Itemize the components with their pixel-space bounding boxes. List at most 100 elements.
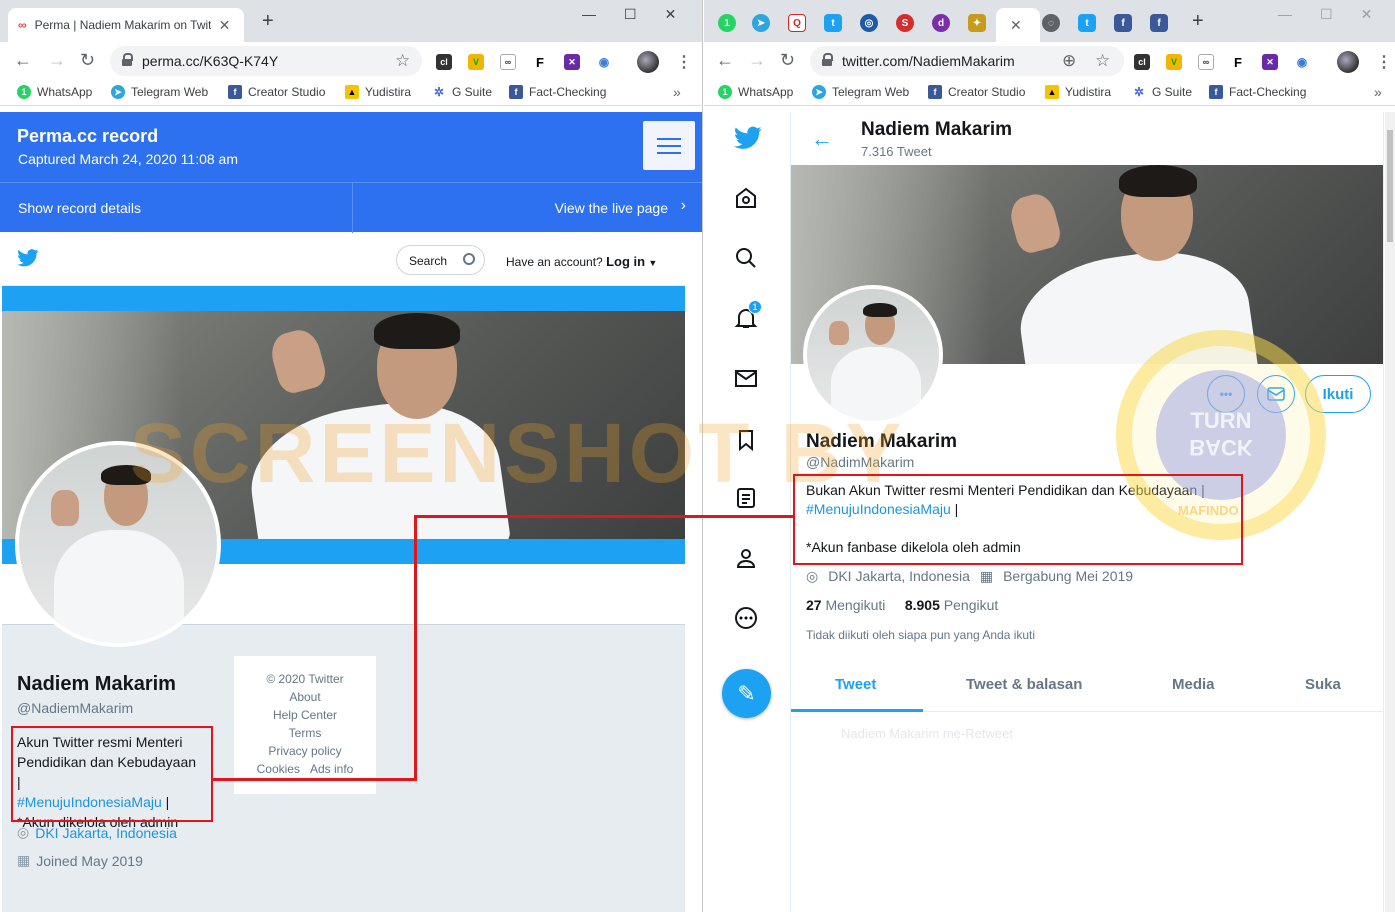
bookmark-fact-checking[interactable]: f Fact-Checking bbox=[509, 85, 606, 99]
view-live-page-button[interactable]: View the live page bbox=[555, 200, 668, 216]
footer-ads-link[interactable]: Ads info bbox=[310, 762, 353, 776]
minimize-icon[interactable]: — bbox=[1278, 6, 1292, 23]
address-bar[interactable]: perma.cc/K63Q-K74Y bbox=[110, 46, 422, 76]
bookmark-telegram[interactable]: ➤ Telegram Web bbox=[111, 85, 208, 99]
footer-privacy-link[interactable]: Privacy policy bbox=[234, 742, 376, 760]
close-tab-icon[interactable]: ✕ bbox=[1010, 17, 1022, 34]
close-window-icon[interactable]: ✕ bbox=[665, 6, 677, 23]
pinned-globe-icon[interactable]: ◌ bbox=[1042, 14, 1060, 32]
tab-twitter-active[interactable]: ✕ bbox=[996, 8, 1040, 42]
ext-cl-icon[interactable]: cl bbox=[436, 54, 452, 70]
pinned-s-icon[interactable]: S bbox=[896, 14, 914, 32]
twitter-bird-icon[interactable] bbox=[734, 126, 762, 150]
twitter-bird-icon[interactable] bbox=[17, 249, 39, 273]
ext-eye-icon[interactable]: ◉ bbox=[1294, 54, 1310, 70]
footer-about-link[interactable]: About bbox=[234, 688, 376, 706]
scrollbar-thumb[interactable] bbox=[1387, 130, 1393, 242]
footer-terms-link[interactable]: Terms bbox=[234, 724, 376, 742]
pinned-gov-icon[interactable]: ◎ bbox=[860, 14, 878, 32]
ext-glasses-icon[interactable]: ∞ bbox=[500, 54, 516, 70]
ext-cl-icon[interactable]: cl bbox=[1134, 54, 1150, 70]
profile-avatar-icon[interactable] bbox=[637, 51, 659, 73]
home-icon[interactable] bbox=[734, 186, 758, 210]
reload-icon[interactable]: ↻ bbox=[80, 50, 95, 71]
back-icon[interactable]: ← bbox=[14, 50, 32, 71]
menu-kebab-icon[interactable]: ⋮ bbox=[676, 52, 692, 72]
ext-v-icon[interactable]: V bbox=[1166, 54, 1182, 70]
back-icon[interactable]: ← bbox=[716, 50, 734, 71]
address-bar[interactable]: twitter.com/NadiemMakarim bbox=[810, 46, 1124, 76]
forward-icon[interactable]: → bbox=[48, 50, 66, 71]
reload-icon[interactable]: ↻ bbox=[780, 50, 795, 71]
ext-x-icon[interactable]: ✕ bbox=[564, 54, 580, 70]
profile-location[interactable]: ◎ DKI Jakarta, Indonesia bbox=[17, 824, 177, 841]
messages-mail-icon[interactable] bbox=[734, 366, 758, 390]
pinned-whatsapp-icon[interactable]: 1 bbox=[718, 14, 736, 32]
more-icon[interactable] bbox=[734, 606, 758, 630]
ext-v-icon[interactable]: V bbox=[468, 54, 484, 70]
ext-eye-icon[interactable]: ◉ bbox=[596, 54, 612, 70]
ext-glasses-icon[interactable]: ∞ bbox=[1198, 54, 1214, 70]
profile-person-icon[interactable] bbox=[734, 546, 758, 570]
bookmark-fact-checking[interactable]: f Fact-Checking bbox=[1209, 85, 1306, 99]
tab-perma[interactable]: ∞ Perma | Nadiem Makarim on Twit ✕ bbox=[8, 8, 244, 42]
pinned-d-icon[interactable]: d bbox=[932, 14, 950, 32]
show-record-details-button[interactable]: Show record details bbox=[18, 200, 141, 216]
pinned-telegram-icon[interactable]: ➤ bbox=[752, 14, 770, 32]
new-tab-button[interactable]: + bbox=[1192, 10, 1204, 33]
footer-cookies-link[interactable]: Cookies bbox=[257, 762, 300, 776]
add-icon[interactable]: ⊕ bbox=[1062, 51, 1076, 71]
bookmark-creator-studio[interactable]: f Creator Studio bbox=[928, 85, 1025, 99]
tab-tweet-replies[interactable]: Tweet & balasan bbox=[966, 676, 1082, 693]
bookmark-yudistira[interactable]: ▲ Yudistira bbox=[1045, 85, 1111, 99]
minimize-icon[interactable]: — bbox=[582, 6, 596, 23]
footer-help-link[interactable]: Help Center bbox=[234, 706, 376, 724]
maximize-icon[interactable]: ☐ bbox=[1320, 6, 1333, 23]
pinned-facebook-icon[interactable]: f bbox=[1114, 14, 1132, 32]
bookmark-gsuite[interactable]: ✲ G Suite bbox=[432, 85, 492, 99]
ext-f-icon[interactable]: F bbox=[532, 54, 548, 70]
profile-avatar[interactable] bbox=[803, 285, 943, 425]
bookmark-creator-studio[interactable]: f Creator Studio bbox=[228, 85, 325, 99]
ext-x-icon[interactable]: ✕ bbox=[1262, 54, 1278, 70]
perma-title[interactable]: Perma.cc record bbox=[17, 126, 158, 147]
login-link[interactable]: Log in bbox=[606, 254, 645, 269]
tab-tweet[interactable]: Tweet bbox=[835, 676, 876, 693]
pinned-twitter-icon[interactable]: t bbox=[824, 14, 842, 32]
bookmark-gsuite[interactable]: ✲ G Suite bbox=[1132, 85, 1192, 99]
forward-icon[interactable]: → bbox=[748, 50, 766, 71]
caret-down-icon[interactable]: ▼ bbox=[648, 258, 657, 268]
url-text: twitter.com/NadiemMakarim bbox=[842, 53, 1015, 69]
bookmark-whatsapp[interactable]: 1 WhatsApp bbox=[17, 85, 92, 99]
pinned-facebook2-icon[interactable]: f bbox=[1150, 14, 1168, 32]
pinned-garuda-icon[interactable]: ✦ bbox=[968, 14, 986, 32]
scrollbar[interactable] bbox=[1385, 112, 1395, 912]
followers-link[interactable]: 8.905 Pengikut bbox=[905, 597, 998, 613]
bookmark-telegram[interactable]: ➤ Telegram Web bbox=[812, 85, 909, 99]
search-icon[interactable] bbox=[734, 246, 758, 270]
pinned-search-icon[interactable]: Q bbox=[788, 14, 806, 32]
profile-avatar-icon[interactable] bbox=[1337, 51, 1359, 73]
maximize-icon[interactable]: ☐ bbox=[624, 6, 637, 23]
profile-name[interactable]: Nadiem Makarim bbox=[17, 673, 176, 696]
hamburger-menu-icon[interactable] bbox=[643, 121, 695, 170]
bookmark-whatsapp[interactable]: 1 WhatsApp bbox=[718, 85, 793, 99]
pinned-twitter2-icon[interactable]: t bbox=[1078, 14, 1096, 32]
bookmarks-overflow-icon[interactable]: » bbox=[1374, 84, 1382, 100]
menu-kebab-icon[interactable]: ⋮ bbox=[1376, 52, 1392, 72]
bookmarks-overflow-icon[interactable]: » bbox=[673, 84, 681, 100]
close-window-icon[interactable]: ✕ bbox=[1361, 6, 1373, 23]
tab-media[interactable]: Media bbox=[1172, 676, 1215, 693]
ext-f-icon[interactable]: F bbox=[1230, 54, 1246, 70]
search-input[interactable]: Search bbox=[396, 245, 485, 275]
close-tab-icon[interactable]: ✕ bbox=[219, 17, 231, 34]
bookmark-yudistira[interactable]: ▲ Yudistira bbox=[345, 85, 411, 99]
compose-tweet-button[interactable]: ✎ bbox=[722, 669, 771, 718]
new-tab-button[interactable]: + bbox=[262, 10, 274, 33]
tab-likes[interactable]: Suka bbox=[1305, 676, 1341, 693]
back-arrow-icon[interactable]: ← bbox=[811, 126, 833, 152]
bookmark-star-icon[interactable]: ☆ bbox=[1095, 51, 1110, 71]
yudistira-icon: ▲ bbox=[1045, 85, 1059, 99]
bookmark-star-icon[interactable]: ☆ bbox=[395, 51, 410, 71]
following-link[interactable]: 27 Mengikuti bbox=[806, 597, 885, 613]
